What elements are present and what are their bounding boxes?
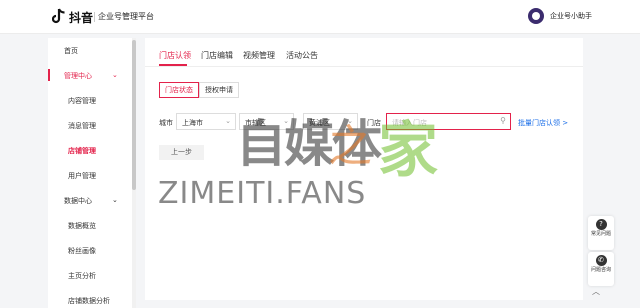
chevron-down-icon: ⌄ [225,117,231,125]
sidebar-item-overview[interactable]: 数据概览 [48,213,130,238]
watermark-text: ZIMEITI.FANS [158,176,367,211]
segment-authorization[interactable]: 授权申请 [199,82,239,98]
sidebar-item-home[interactable]: 首页 [48,38,130,63]
sidebar-item-label: 数据概览 [68,222,96,230]
watermark-text: 家 [378,116,438,186]
tab-store-edit[interactable]: 门店编辑 [201,50,233,61]
sidebar-item-messages[interactable]: 消息管理 [48,113,130,138]
sidebar-item-label: 店铺数据分析 [68,297,110,305]
platform-title: 企业号管理平台 [98,12,154,21]
sidebar-item-label: 用户管理 [68,172,96,180]
header-divider [94,12,95,22]
question-icon: ? [595,219,607,230]
sidebar-item-label: 消息管理 [68,122,96,130]
phone-icon: ✆ [595,255,607,266]
chevron-down-icon: ⌄ [112,196,118,204]
douyin-logo-icon [52,8,65,24]
sidebar-item-store[interactable]: 店铺管理 [48,138,130,163]
city-label: 城市 [159,119,173,127]
tab-announcements[interactable]: 活动公告 [286,50,318,61]
sidebar-scroll-thumb[interactable] [132,40,136,190]
sidebar-group-management[interactable]: 管理中心 ⌄ [48,63,130,88]
top-bar: 抖音 企业号管理平台 企业号小助手 [0,0,640,34]
sidebar-item-label: 主页分析 [68,272,96,280]
faq-label: 常见问题 [590,231,611,237]
segment-store-status[interactable]: 门店状态 [159,82,199,98]
sidebar-item-label: 数据中心 [64,197,92,205]
sidebar-item-content[interactable]: 内容管理 [48,88,130,113]
consult-label: 问题咨询 [590,267,611,273]
consult-button[interactable]: ✆ 问题咨询 [588,252,614,286]
sidebar: 首页 管理中心 ⌄ 内容管理 消息管理 店铺管理 用户管理 数据中心 ⌄ 数据概… [48,38,136,308]
sidebar-item-fans[interactable]: 粉丝画像 [48,238,130,263]
sidebar-item-homepage-analysis[interactable]: 主页分析 [48,263,130,288]
sidebar-item-label: 管理中心 [64,72,92,80]
sidebar-group-data[interactable]: 数据中心 ⌄ [48,188,130,213]
watermark-text: 之 [328,121,372,172]
faq-button[interactable]: ? 常见问题 [588,216,614,250]
assistant-name[interactable]: 企业号小助手 [550,11,592,21]
search-icon[interactable]: ⚲ [500,116,506,125]
sidebar-item-store-data[interactable]: 店铺数据分析 [48,288,130,308]
sidebar-item-label: 粉丝画像 [68,247,96,255]
active-marker [48,69,50,81]
batch-claim-link[interactable]: 批量门店认领 > [518,118,568,128]
brand-name: 抖音 [69,11,94,25]
tab-store-claim[interactable]: 门店认领 [159,50,191,61]
select-value: 上海市 [182,119,203,127]
city-select[interactable]: 上海市 ⌄ [176,113,236,130]
tab-divider [145,66,583,67]
assistant-avatar[interactable] [528,8,544,24]
sidebar-item-label: 店铺管理 [68,147,96,155]
back-to-top-icon[interactable]: ︿ [592,286,600,297]
sidebar-item-label: 首页 [64,47,78,55]
sidebar-item-users[interactable]: 用户管理 [48,163,130,188]
chevron-down-icon: ⌄ [112,71,118,79]
prev-step-button[interactable]: 上一步 [159,145,204,160]
sidebar-item-label: 内容管理 [68,97,96,105]
tab-video-manage[interactable]: 视频管理 [243,50,275,61]
